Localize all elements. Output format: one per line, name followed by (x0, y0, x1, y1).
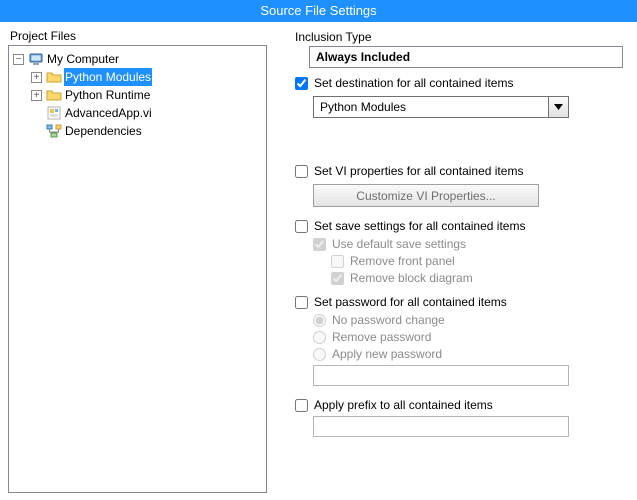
tree-item-label: Python Modules (64, 68, 152, 86)
tree-item-label: Python Runtime (64, 86, 151, 104)
expand-icon[interactable]: + (31, 90, 42, 101)
password-field (313, 365, 569, 386)
remove-block-diagram-row: Remove block diagram (331, 271, 623, 285)
set-password-label: Set password for all contained items (314, 295, 507, 309)
apply-prefix-checkbox[interactable] (295, 399, 308, 412)
set-destination-label: Set destination for all contained items (314, 76, 513, 90)
no-password-change-row: No password change (313, 313, 623, 327)
tree-root-label: My Computer (46, 50, 120, 68)
set-vi-properties-label: Set VI properties for all contained item… (314, 164, 523, 178)
combobox-dropdown-button[interactable] (548, 97, 568, 117)
inclusion-type-value: Always Included (316, 50, 410, 64)
content-pane: Project Files − My Computer (0, 22, 637, 500)
left-panel: Project Files − My Computer (0, 22, 275, 500)
remove-block-diagram-checkbox (331, 272, 344, 285)
right-panel: Inclusion Type Always Included Set desti… (275, 22, 637, 500)
tree-item-python-runtime[interactable]: + Python Runtime (31, 86, 264, 104)
remove-password-label: Remove password (332, 330, 431, 344)
tree-item-dependencies[interactable]: Dependencies (31, 122, 264, 140)
remove-front-panel-label: Remove front panel (350, 254, 455, 268)
tree-item-label: AdvancedApp.vi (64, 104, 153, 122)
project-tree[interactable]: − My Computer + (8, 45, 267, 493)
set-save-settings-checkbox[interactable] (295, 220, 308, 233)
chevron-down-icon (554, 104, 563, 110)
no-expand-spacer (31, 126, 42, 137)
dependencies-icon (46, 123, 62, 139)
set-vi-properties-row[interactable]: Set VI properties for all contained item… (295, 164, 623, 178)
no-password-change-label: No password change (332, 313, 445, 327)
set-save-settings-label: Set save settings for all contained item… (314, 219, 525, 233)
apply-prefix-row[interactable]: Apply prefix to all contained items (295, 398, 623, 412)
prefix-field (313, 416, 569, 437)
destination-value: Python Modules (314, 97, 548, 117)
password-group: No password change Remove password Apply… (313, 313, 623, 361)
set-destination-row[interactable]: Set destination for all contained items (295, 76, 623, 90)
apply-new-password-row: Apply new password (313, 347, 623, 361)
apply-new-password-label: Apply new password (332, 347, 442, 361)
set-password-row[interactable]: Set password for all contained items (295, 295, 623, 309)
tree-item-label: Dependencies (64, 122, 143, 140)
apply-new-password-radio (313, 348, 326, 361)
tree-item-python-modules[interactable]: + Python Modules (31, 68, 264, 86)
window-title: Source File Settings (0, 0, 637, 22)
tree-root-my-computer[interactable]: − My Computer (13, 50, 264, 68)
inclusion-type-label: Inclusion Type (295, 30, 623, 44)
vi-icon (46, 105, 62, 121)
folder-icon (46, 87, 62, 103)
expand-icon[interactable]: + (31, 72, 42, 83)
remove-password-row: Remove password (313, 330, 623, 344)
computer-icon (28, 51, 44, 67)
tree-item-advancedapp-vi[interactable]: AdvancedApp.vi (31, 104, 264, 122)
project-files-label: Project Files (10, 29, 267, 43)
remove-password-radio (313, 331, 326, 344)
apply-prefix-label: Apply prefix to all contained items (314, 398, 493, 412)
customize-vi-properties-button: Customize VI Properties... (313, 184, 539, 207)
no-expand-spacer (31, 108, 42, 119)
no-password-change-radio (313, 314, 326, 327)
set-save-settings-row[interactable]: Set save settings for all contained item… (295, 219, 623, 233)
use-default-save-row: Use default save settings (313, 237, 623, 251)
collapse-icon[interactable]: − (13, 54, 24, 65)
remove-front-panel-row: Remove front panel (331, 254, 623, 268)
set-destination-checkbox[interactable] (295, 77, 308, 90)
folder-icon (46, 69, 62, 85)
set-vi-properties-checkbox[interactable] (295, 165, 308, 178)
use-default-save-label: Use default save settings (332, 237, 466, 251)
save-settings-group: Use default save settings Remove front p… (313, 237, 623, 285)
set-password-checkbox[interactable] (295, 296, 308, 309)
inclusion-type-value-box: Always Included (309, 46, 623, 68)
remove-block-diagram-label: Remove block diagram (350, 271, 473, 285)
use-default-save-checkbox (313, 238, 326, 251)
remove-front-panel-checkbox (331, 255, 344, 268)
destination-combobox[interactable]: Python Modules (313, 96, 569, 118)
